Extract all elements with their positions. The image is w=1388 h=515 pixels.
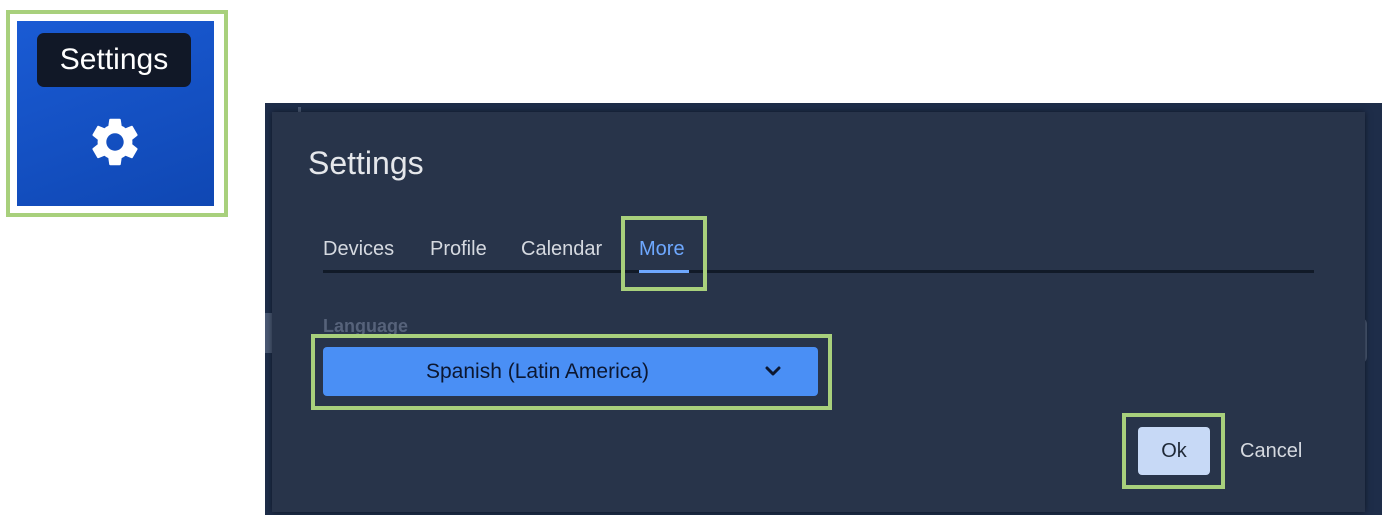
highlight-language-select xyxy=(311,334,832,410)
highlight-settings-button xyxy=(6,10,228,217)
highlight-more-tab xyxy=(621,216,707,291)
highlight-ok-button xyxy=(1122,413,1225,489)
tab-calendar[interactable]: Calendar xyxy=(521,238,602,261)
tab-devices[interactable]: Devices xyxy=(323,238,394,261)
dialog-title: Settings xyxy=(308,145,424,181)
cancel-button[interactable]: Cancel xyxy=(1240,440,1302,463)
tab-profile[interactable]: Profile xyxy=(430,238,487,261)
tab-bar-divider xyxy=(323,270,1314,273)
